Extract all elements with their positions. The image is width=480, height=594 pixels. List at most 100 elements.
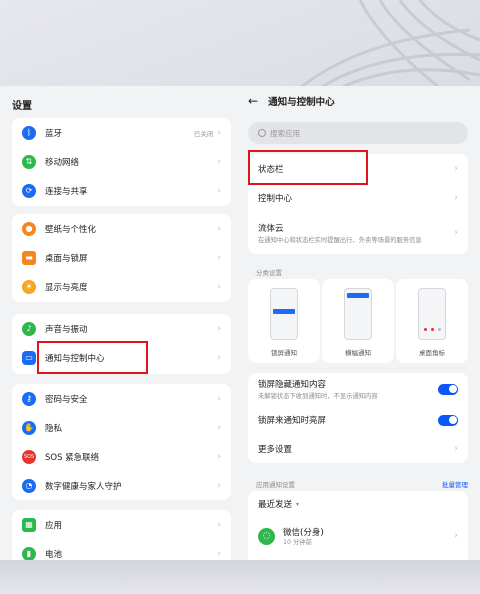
sound-icon: ♪ xyxy=(22,321,36,336)
sidebar-item-password-security[interactable]: ⚷ 密码与安全 › xyxy=(12,384,231,413)
sidebar-item-desktop-lockscreen[interactable]: ▬ 桌面与锁屏 › xyxy=(12,243,231,272)
chevron-right-icon: › xyxy=(217,156,221,167)
brightness-icon: ☀ xyxy=(22,279,36,294)
sidebar-item-label: 应用 xyxy=(45,520,63,531)
apps-icon: ▦ xyxy=(22,517,36,532)
lock-hide-content-row: 锁屏隐藏通知内容 未解锁状态下收到通知时，不显示通知内容 xyxy=(248,373,468,405)
sidebar-item-battery[interactable]: ▮ 电池 › xyxy=(12,539,231,560)
category-settings-label: 分类设置 xyxy=(256,269,282,277)
settings-pane: 设置 ᛒ 蓝牙 已关闭 › ⇅ 移动网络 › ⟳ 连接与共享 › ● 壁纸与个性… xyxy=(0,86,240,560)
sos-icon: SOS xyxy=(22,449,36,464)
app-notification-label: 应用通知设置 xyxy=(256,481,295,489)
sidebar-item-label: 密码与安全 xyxy=(45,394,88,405)
search-icon xyxy=(258,129,266,137)
liuti-cloud-description: 在通知中心和状态栏实时提醒出行、外卖等场景的服务信息 xyxy=(258,236,422,244)
sidebar-item-connection-sharing[interactable]: ⟳ 连接与共享 › xyxy=(12,176,231,205)
wechat-icon: ◌ xyxy=(258,527,275,545)
search-input[interactable]: 搜索应用 xyxy=(248,122,468,144)
chevron-right-icon: › xyxy=(217,223,221,234)
sidebar-item-label: SOS 紧急联络 xyxy=(45,452,100,463)
recent-sent-label: 最近发送 xyxy=(258,500,293,510)
sidebar-item-label: 移动网络 xyxy=(45,157,80,168)
wallpaper-icon: ● xyxy=(22,221,36,236)
chevron-right-icon: › xyxy=(217,519,221,530)
chevron-right-icon: › xyxy=(454,228,458,238)
lockscreen-phone-preview xyxy=(270,288,298,340)
sidebar-item-label: 数字健康与家人守护 xyxy=(45,481,122,492)
sidebar-item-label: 连接与共享 xyxy=(45,186,88,197)
sidebar-item-wallpaper[interactable]: ● 壁纸与个性化 › xyxy=(12,214,231,243)
sidebar-item-label: 壁纸与个性化 xyxy=(45,224,97,235)
sidebar-item-sos[interactable]: SOS SOS 紧急联络 › xyxy=(12,442,231,471)
chevron-right-icon: › xyxy=(454,444,458,454)
sidebar-item-digital-health[interactable]: ◔ 数字健康与家人守护 › xyxy=(12,471,231,500)
palm-shadow-decoration xyxy=(299,0,480,88)
chevron-right-icon: › xyxy=(454,164,458,174)
app-time: 10 分钟前 xyxy=(283,538,312,546)
notification-icon: ▭ xyxy=(22,350,36,365)
lockscreen-notification-option[interactable]: 锁屏通知 xyxy=(248,279,320,363)
background-top xyxy=(0,0,480,88)
settings-group-display: ● 壁纸与个性化 › ▬ 桌面与锁屏 › ☀ 显示与亮度 › xyxy=(12,214,231,302)
more-settings-item[interactable]: 更多设置 › xyxy=(248,435,468,463)
sidebar-item-display-brightness[interactable]: ☀ 显示与亮度 › xyxy=(12,272,231,301)
chevron-right-icon: › xyxy=(217,393,221,404)
sidebar-item-apps[interactable]: ▦ 应用 › xyxy=(12,510,231,539)
bluetooth-status: 已关闭 xyxy=(193,129,214,138)
settings-group-security: ⚷ 密码与安全 › ✋ 隐私 › SOS SOS 紧急联络 › ◔ 数字健康与家… xyxy=(12,384,231,500)
lock-light-screen-row: 锁屏来通知时亮屏 xyxy=(248,405,468,435)
sidebar-item-sound-vibration[interactable]: ♪ 声音与振动 › xyxy=(12,314,231,343)
thumb-label: 横幅通知 xyxy=(345,349,371,357)
page-header: ← 通知与控制中心 xyxy=(248,94,335,108)
background-bottom xyxy=(0,560,480,594)
lock-light-toggle[interactable] xyxy=(438,414,458,426)
sidebar-item-bluetooth[interactable]: ᛒ 蓝牙 已关闭 › xyxy=(12,118,231,147)
settings-group-connectivity: ᛒ 蓝牙 已关闭 › ⇅ 移动网络 › ⟳ 连接与共享 › xyxy=(12,118,231,206)
batch-manage-link[interactable]: 批量管理 xyxy=(442,479,468,489)
sidebar-item-label: 隐私 xyxy=(45,423,63,434)
bluetooth-icon: ᛒ xyxy=(22,125,36,140)
sidebar-item-mobile-network[interactable]: ⇅ 移动网络 › xyxy=(12,147,231,176)
badge-dot xyxy=(424,328,427,331)
highlight-box-notification xyxy=(37,341,148,374)
notification-bar xyxy=(273,309,295,314)
app-item-wechat[interactable]: ◌ 微信(分身) 10 分钟前 › xyxy=(248,519,468,553)
sidebar-item-label: 电池 xyxy=(45,549,63,560)
badge-dot xyxy=(438,328,441,331)
recent-sent-dropdown[interactable]: 最近发送 ▾ xyxy=(248,491,468,517)
banner-notification-option[interactable]: 横幅通知 xyxy=(322,279,394,363)
chevron-right-icon: › xyxy=(217,480,221,491)
settings-title: 设置 xyxy=(12,101,32,112)
battery-icon: ▮ xyxy=(22,546,36,560)
page-title: 通知与控制中心 xyxy=(268,97,335,108)
badge-dot xyxy=(431,328,434,331)
more-settings-label: 更多设置 xyxy=(258,445,293,455)
notification-settings-pane: ← 通知与控制中心 搜索应用 状态栏 › 控制中心 › 流体云 在通知中心和状态… xyxy=(240,86,480,560)
control-center-item[interactable]: 控制中心 › xyxy=(248,184,468,212)
chevron-right-icon: › xyxy=(217,281,221,292)
search-placeholder: 搜索应用 xyxy=(270,128,300,138)
chevron-right-icon: › xyxy=(217,323,221,334)
back-arrow-icon[interactable]: ← xyxy=(248,94,258,108)
sidebar-item-label: 显示与亮度 xyxy=(45,282,88,293)
chevron-right-icon: › xyxy=(217,451,221,462)
chevron-right-icon: › xyxy=(217,422,221,433)
health-icon: ◔ xyxy=(22,478,36,493)
lock-hide-toggle[interactable] xyxy=(438,383,458,395)
chevron-right-icon: › xyxy=(217,352,221,363)
badge-phone-preview xyxy=(418,288,446,340)
banner-phone-preview xyxy=(344,288,372,340)
chevron-right-icon: › xyxy=(217,252,221,263)
sidebar-item-privacy[interactable]: ✋ 隐私 › xyxy=(12,413,231,442)
desktop-badge-option[interactable]: 桌面角标 xyxy=(396,279,468,363)
desktop-icon: ▬ xyxy=(22,250,36,265)
privacy-icon: ✋ xyxy=(22,420,36,435)
chevron-right-icon: › xyxy=(454,531,458,541)
control-center-label: 控制中心 xyxy=(258,194,293,204)
thumb-label: 锁屏通知 xyxy=(271,349,297,357)
sidebar-item-label: 声音与振动 xyxy=(45,324,88,335)
lock-hide-description: 未解锁状态下收到通知时，不显示通知内容 xyxy=(258,392,378,400)
liuti-cloud-item[interactable]: 流体云 在通知中心和状态栏实时提醒出行、外卖等场景的服务信息 › xyxy=(248,212,468,254)
key-icon: ⚷ xyxy=(22,391,36,406)
highlight-box-status-bar xyxy=(248,150,368,185)
